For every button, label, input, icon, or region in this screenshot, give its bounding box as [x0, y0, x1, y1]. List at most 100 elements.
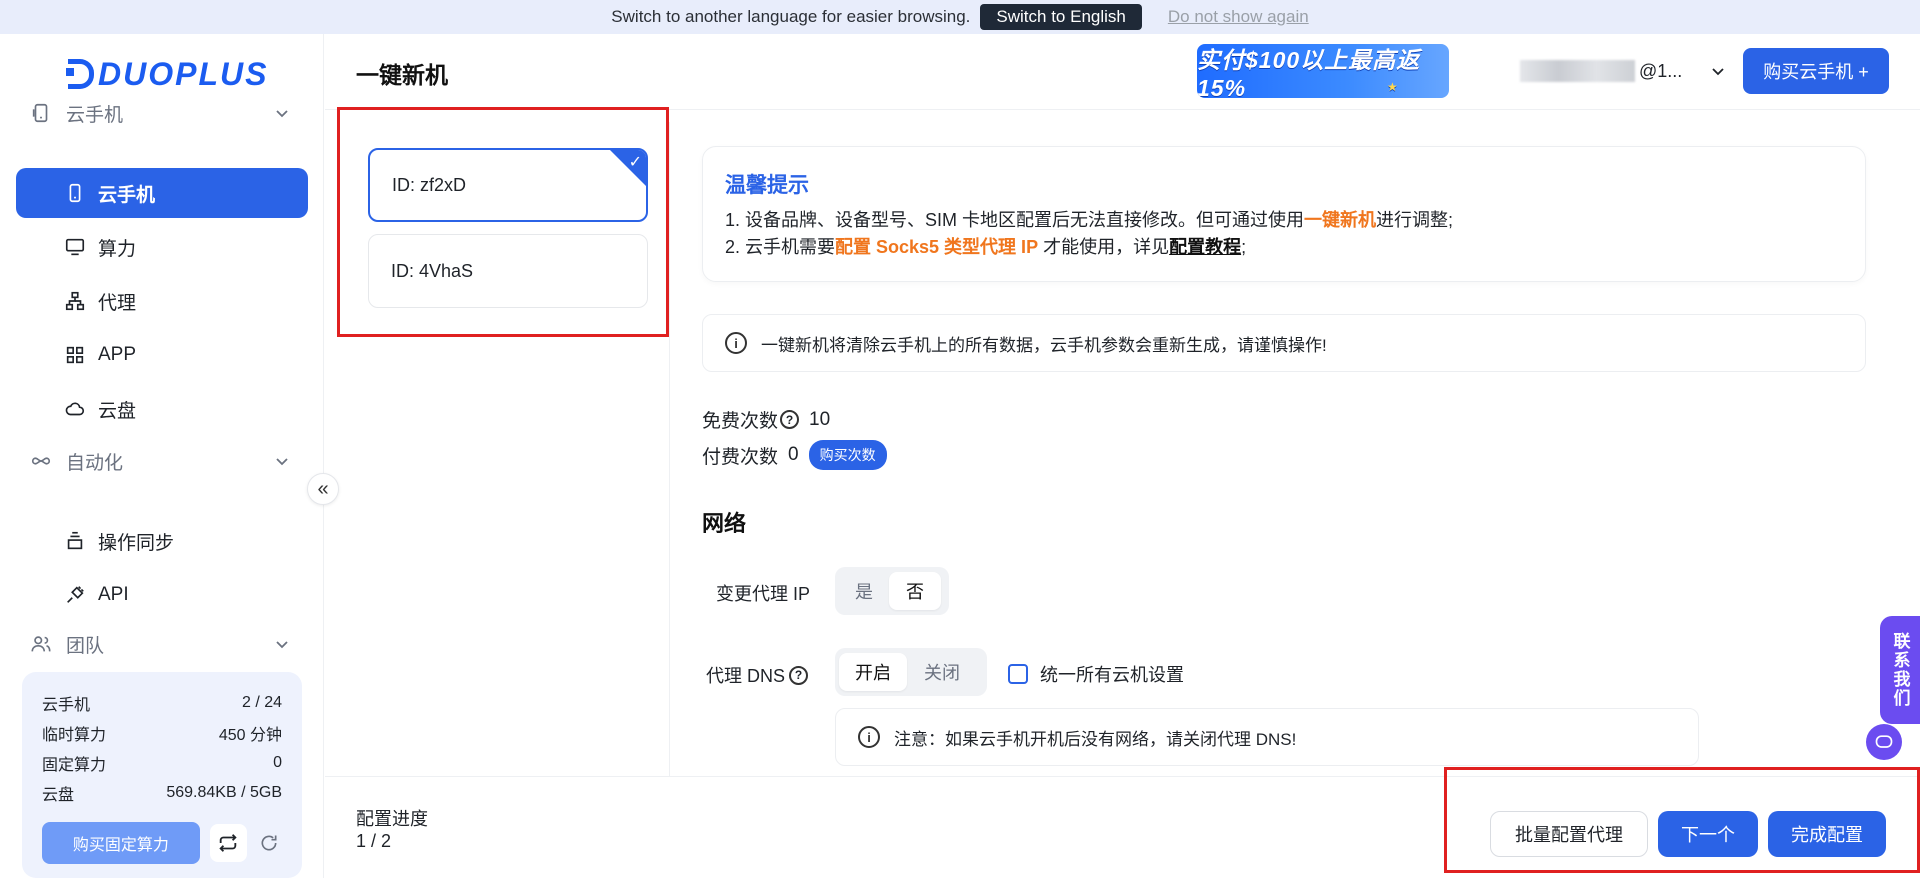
device-id: ID: zf2xD — [392, 174, 467, 195]
device-list-panel: ID: zf2xD ✓ ID: 4VhaS — [346, 122, 670, 776]
nav-group-cloud-phone[interactable]: 云手机 — [30, 93, 290, 133]
tip-card: 温馨提示 1. 设备品牌、设备型号、SIM 卡地区配置后无法直接修改。但可通过使… — [702, 146, 1866, 282]
monitor-icon — [65, 238, 85, 256]
sidebar-item-label: 代理 — [98, 292, 137, 314]
phone-icon — [69, 183, 81, 203]
unify-settings-checkbox[interactable]: 统一所有云机设置 — [1008, 661, 1184, 687]
next-button[interactable]: 下一个 — [1658, 811, 1758, 857]
refresh-button[interactable] — [257, 830, 282, 856]
swap-icon — [219, 834, 237, 852]
phone-outline-icon — [32, 103, 48, 123]
do-not-show-again-link[interactable]: Do not show again — [1168, 7, 1309, 27]
page-title: 一键新机 — [356, 62, 448, 88]
proxy-dns-toggle[interactable]: 开启 关闭 — [835, 648, 987, 696]
buy-times-button[interactable]: 购买次数 — [808, 440, 887, 470]
duoplus-logo[interactable]: DUOPLUS — [66, 54, 268, 94]
page-header: 一键新机 实付$100以上最高返15% @1... 购买云手机 + — [325, 34, 1920, 110]
sidebar-item-cloud-disk[interactable]: 云盘 — [16, 384, 308, 434]
double-chevron-left-icon: « — [317, 477, 329, 500]
sidebar-item-proxy[interactable]: 代理 — [16, 276, 308, 326]
switch-to-english-button[interactable]: Switch to English — [980, 4, 1142, 30]
sidebar: DUOPLUS 云手机 云手机 算力 代理 APP 云盘 自动化 操作同步 AP… — [0, 34, 324, 878]
device-id: ID: 4VhaS — [391, 260, 474, 281]
checkbox-box[interactable] — [1008, 664, 1028, 684]
logo-mark-icon — [66, 59, 94, 89]
proxy-dns-label: 代理 DNS ? — [706, 662, 818, 688]
help-icon[interactable]: ? — [789, 665, 809, 685]
swap-button[interactable] — [209, 824, 247, 862]
network-icon — [65, 291, 85, 311]
network-section-title: 网络 — [702, 511, 747, 536]
check-icon: ✓ — [628, 154, 642, 171]
nav-group-label: 团队 — [66, 635, 105, 657]
dns-note-bar: i 注意：如果云手机开机后没有网络，请关闭代理 DNS! — [835, 708, 1699, 766]
nav-group-automation[interactable]: 自动化 — [30, 441, 290, 481]
user-menu[interactable]: @1... — [1520, 60, 1726, 82]
users-icon — [31, 636, 51, 652]
chevron-down-icon — [276, 641, 288, 649]
sidebar-item-label: API — [98, 584, 129, 605]
promo-banner[interactable]: 实付$100以上最高返15% — [1197, 44, 1449, 98]
device-card-zf2xd[interactable]: ID: zf2xD ✓ — [368, 148, 648, 222]
usage-stats-card: 云手机 2 / 24 临时算力 450 分钟 固定算力 0 云盘 569.84KB / … — [22, 672, 302, 878]
device-card-4vhas[interactable]: ID: 4VhaS — [368, 234, 648, 308]
option-on[interactable]: 开启 — [839, 653, 907, 691]
nav-group-label: 自动化 — [66, 452, 124, 474]
banner-text: Switch to another language for easier br… — [611, 7, 971, 26]
stat-row: 云手机 2 / 24 — [42, 694, 282, 714]
dns-note-text: 注意：如果云手机开机后没有网络，请关闭代理 DNS! — [894, 729, 1297, 749]
buy-cloud-phone-button[interactable]: 购买云手机 + — [1743, 48, 1889, 94]
free-count-row: 免费次数 ? 10 — [702, 408, 831, 433]
buy-fixed-compute-button[interactable]: 购买固定算力 — [42, 822, 200, 864]
plug-icon — [67, 586, 84, 603]
contact-us-tab[interactable]: 联系我们 — [1880, 616, 1920, 724]
sidebar-item-compute[interactable]: 算力 — [16, 222, 308, 272]
option-no[interactable]: 否 — [889, 572, 941, 610]
progress-label: 配置进度 — [356, 809, 428, 829]
stat-row: 云盘 569.84KB / 5GB — [42, 784, 282, 804]
tip-title: 温馨提示 — [725, 174, 809, 197]
change-proxy-ip-label: 变更代理 IP — [716, 584, 811, 604]
batch-configure-proxy-button[interactable]: 批量配置代理 — [1490, 811, 1648, 857]
cloud-icon — [65, 402, 85, 416]
help-icon[interactable]: ? — [780, 410, 800, 429]
tip-line-1: 1. 设备品牌、设备型号、SIM 卡地区配置后无法直接修改。但可通过使用一键新机… — [725, 210, 1454, 230]
chevron-down-icon — [1712, 68, 1724, 76]
sidebar-item-label: 云手机 — [98, 184, 156, 206]
option-yes[interactable]: 是 — [839, 572, 889, 610]
nav-group-label: 云手机 — [66, 104, 124, 126]
sidebar-item-label: 操作同步 — [98, 532, 175, 554]
stat-row: 临时算力 450 分钟 — [42, 727, 282, 744]
change-proxy-ip-toggle[interactable]: 是 否 — [835, 567, 949, 615]
stat-row: 固定算力 0 — [42, 754, 282, 774]
redacted-username — [1520, 60, 1635, 82]
warning-bar: i 一键新机将清除云手机上的所有数据，云手机参数会重新生成，请谨慎操作! — [702, 314, 1866, 372]
user-email-suffix: @1... — [1639, 60, 1683, 81]
finish-config-button[interactable]: 完成配置 — [1768, 811, 1886, 857]
sidebar-item-operation-sync[interactable]: 操作同步 — [16, 516, 308, 566]
option-off[interactable]: 关闭 — [907, 653, 977, 691]
tip-line-2: 2. 云手机需要配置 Socks5 类型代理 IP 才能使用，详见配置教程; — [725, 237, 1247, 257]
sidebar-item-label: 算力 — [98, 238, 137, 260]
chat-icon — [1875, 735, 1893, 748]
config-tutorial-link[interactable]: 配置教程 — [1169, 237, 1241, 257]
sidebar-item-label: APP — [98, 344, 137, 365]
config-footer: 配置进度 1 / 2 批量配置代理 下一个 完成配置 — [325, 776, 1920, 878]
sidebar-item-cloud-phone[interactable]: 云手机 — [16, 168, 308, 218]
nav-group-team[interactable]: 团队 — [30, 624, 290, 664]
chat-button[interactable] — [1866, 724, 1902, 760]
sidebar-item-app[interactable]: APP — [16, 330, 308, 380]
collapse-sidebar-button[interactable]: « — [307, 473, 339, 505]
chevron-down-icon — [276, 458, 288, 466]
grid-icon — [66, 346, 84, 364]
info-icon: i — [725, 332, 747, 354]
config-main: 温馨提示 1. 设备品牌、设备型号、SIM 卡地区配置后无法直接修改。但可通过使… — [670, 110, 1920, 776]
layers-icon — [67, 531, 83, 550]
chevron-down-icon — [276, 110, 288, 118]
warning-text: 一键新机将清除云手机上的所有数据，云手机参数会重新生成，请谨慎操作! — [761, 335, 1327, 355]
paid-count-row: 付费次数 0 购买次数 — [702, 440, 887, 470]
sidebar-item-api[interactable]: API — [16, 570, 308, 620]
info-icon: i — [858, 726, 880, 748]
infinity-icon — [31, 457, 51, 465]
language-banner: Switch to another language for easier br… — [0, 0, 1920, 34]
